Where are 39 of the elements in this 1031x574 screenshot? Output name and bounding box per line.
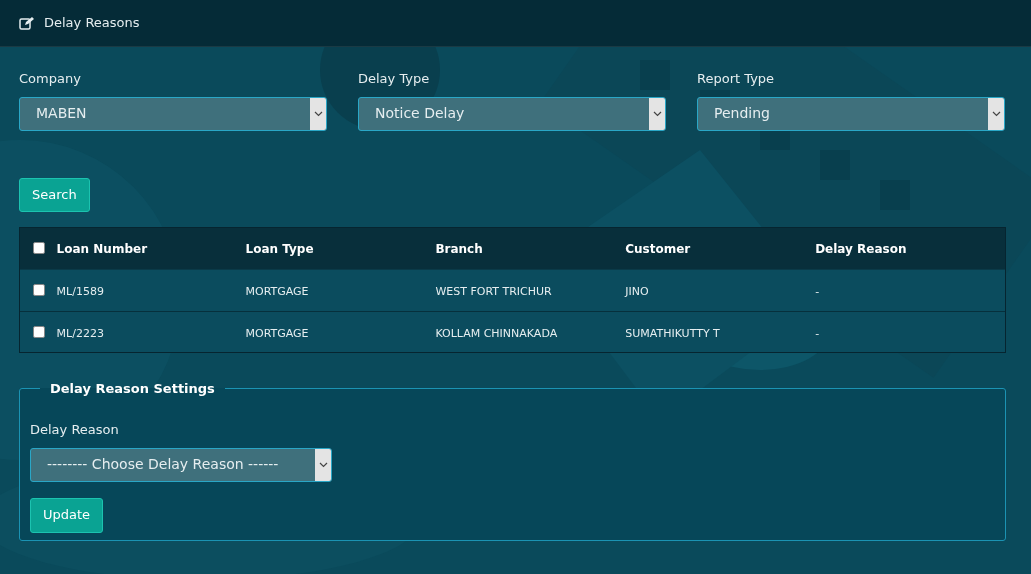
search-button[interactable]: Search [19,177,90,212]
select-value: Notice Delay [374,104,466,123]
column-header: Branch [435,242,483,256]
select-field[interactable]: Pending [697,96,1005,131]
checkbox[interactable] [33,242,45,254]
chevron-down-icon [649,97,665,130]
edit-icon [19,16,34,30]
select-field[interactable]: MABEN [19,96,327,131]
checkbox[interactable] [33,284,45,296]
field-label: Report Type [697,70,776,88]
select-value: Pending [713,104,771,123]
select-value: -------- Choose Delay Reason ------ [46,455,280,474]
chevron-down-icon [988,97,1004,130]
column-header: Customer [625,242,691,256]
table-cell: - [815,285,820,298]
table-cell: - [815,326,820,340]
table-cell: JINO [625,285,649,298]
table-cell: ML/2223 [56,326,104,340]
field-label: Delay Type [358,70,431,88]
checkbox[interactable] [33,325,45,338]
table-cell: MORTGAGE [245,285,309,298]
column-header: Delay Reason [815,242,907,256]
chevron-down-icon [310,97,326,130]
column-header: Loan Type [245,242,314,256]
table-cell: MORTGAGE [245,326,309,340]
update-button[interactable]: Update [30,497,104,533]
select-field[interactable]: Notice Delay [358,96,666,131]
table-cell: ML/1589 [56,285,104,298]
chevron-down-icon [315,448,331,481]
panel-legend: Delay Reason Settings [40,378,225,398]
column-header: Loan Number [56,242,148,256]
field-label: Delay Reason [30,421,120,439]
field-label: Company [19,70,82,88]
select-value: MABEN [35,104,88,123]
table-cell: KOLLAM CHINNAKADA [435,326,558,340]
table-cell: WEST FORT TRICHUR [435,285,552,298]
table-cell: SUMATHIKUTTY T [625,326,720,340]
select-field[interactable]: -------- Choose Delay Reason ------ [30,447,332,482]
page-title: Delay Reasons [44,14,140,33]
